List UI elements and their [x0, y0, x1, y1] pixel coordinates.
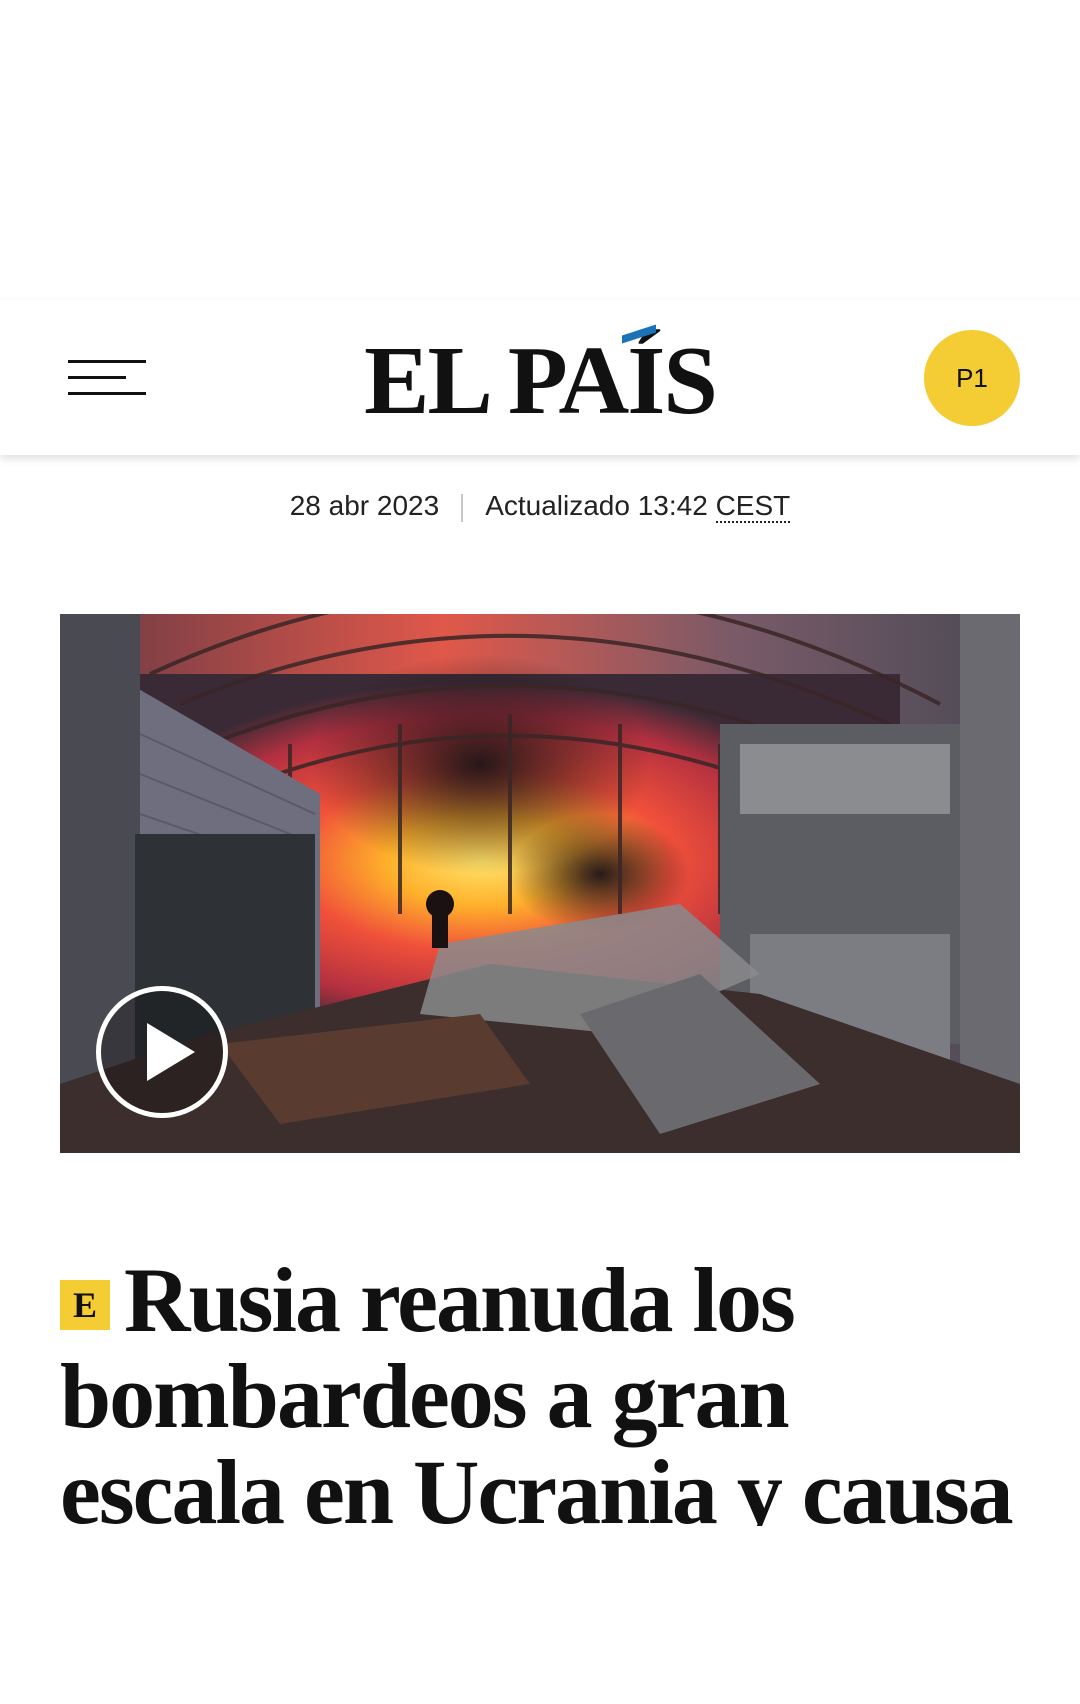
user-avatar-button[interactable]: P1 [924, 330, 1020, 426]
exclusive-badge: E [60, 1279, 110, 1330]
bottom-blank-area [0, 1526, 1080, 1704]
logo-text: EL PAÍS [364, 327, 718, 435]
play-icon [147, 1023, 195, 1081]
dateline: 28 abr 2023 Actualizado 13:42 CEST [0, 490, 1080, 523]
site-header: EL PAÍS P1 [0, 300, 1080, 455]
ad-space [0, 0, 1080, 300]
publish-date: 28 abr 2023 [289, 490, 440, 521]
dateline-separator [461, 493, 464, 522]
play-button[interactable] [96, 986, 228, 1118]
article-video[interactable] [60, 614, 1020, 1153]
timezone: CEST [715, 490, 791, 523]
updated-time: Actualizado 13:42 [485, 490, 708, 521]
logo[interactable]: EL PAÍS [0, 324, 1080, 436]
